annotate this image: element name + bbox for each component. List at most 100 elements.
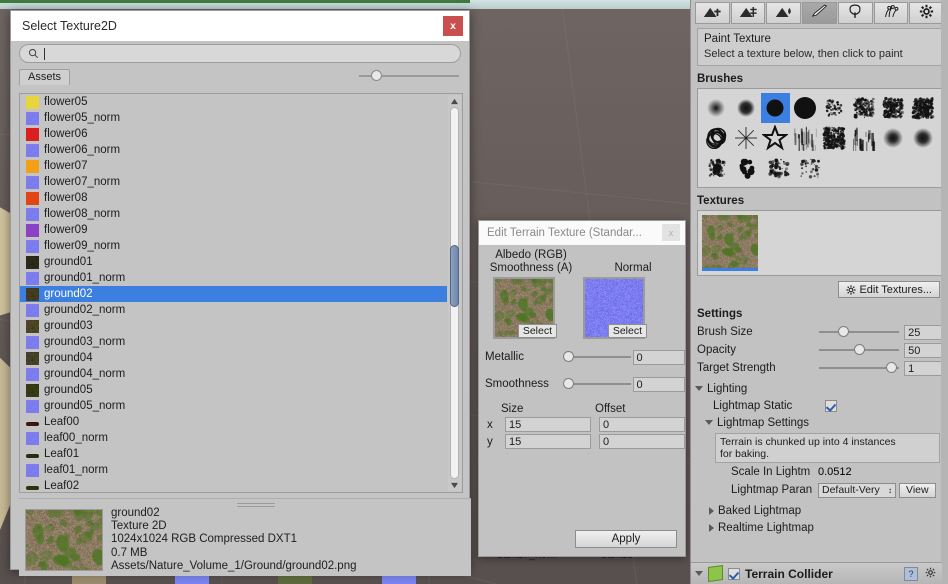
slider-knob[interactable]	[854, 344, 865, 355]
asset-row[interactable]: flower08	[20, 190, 447, 206]
brush-item[interactable]	[761, 123, 790, 153]
normal-texture-slot[interactable]: Select	[583, 277, 645, 339]
slider-knob[interactable]	[838, 326, 849, 337]
brush-item[interactable]	[702, 93, 731, 123]
asset-row[interactable]: ground03_norm	[20, 334, 447, 350]
normal-select-button[interactable]: Select	[608, 324, 647, 338]
brush-item[interactable]	[702, 153, 732, 183]
brush-grid[interactable]	[697, 88, 942, 188]
brush-item[interactable]	[764, 153, 794, 183]
asset-row[interactable]: ground03	[20, 318, 447, 334]
scroll-down-icon[interactable]	[448, 479, 461, 491]
baked-lightmap-foldout[interactable]: Baked Lightmap	[691, 502, 948, 519]
scroll-up-icon[interactable]	[448, 95, 461, 107]
terrain-tool-paint-details[interactable]	[874, 2, 909, 24]
texture-palette-item[interactable]	[702, 215, 758, 271]
slider-knob[interactable]	[563, 378, 574, 389]
asset-row[interactable]: flower09	[20, 222, 447, 238]
lightmap-static-checkbox[interactable]	[825, 400, 837, 412]
terrain-tool-paint-height[interactable]	[731, 2, 766, 24]
asset-row[interactable]: flower05	[20, 94, 447, 110]
help-icon[interactable]: ?	[904, 567, 918, 581]
smoothness-value-field[interactable]: 0	[633, 377, 685, 392]
slider-knob[interactable]	[886, 362, 897, 373]
terrain-tool-raise-lower-terrain[interactable]	[695, 2, 730, 24]
scale-in-lightmap-field[interactable]: 0.0512	[818, 466, 936, 478]
setting-slider[interactable]	[819, 343, 899, 357]
asset-row[interactable]: ground01_norm	[20, 270, 447, 286]
terrain-tool-terrain-settings[interactable]	[909, 2, 944, 24]
brush-item[interactable]	[909, 93, 938, 123]
slider-knob[interactable]	[371, 70, 382, 81]
albedo-texture-slot[interactable]: Select	[493, 277, 555, 339]
size-x-field[interactable]: 15	[505, 417, 591, 432]
asset-row[interactable]: Leaf01	[20, 446, 447, 462]
asset-row[interactable]: flower06_norm	[20, 142, 447, 158]
brush-item[interactable]	[732, 93, 761, 123]
asset-row[interactable]: ground02_norm	[20, 302, 447, 318]
gear-icon[interactable]	[925, 567, 936, 581]
search-input[interactable]	[50, 48, 452, 60]
search-field[interactable]	[19, 44, 461, 63]
metallic-slider[interactable]	[563, 350, 629, 364]
realtime-lightmap-foldout[interactable]: Realtime Lightmap	[691, 519, 948, 536]
lightmap-parameters-dropdown[interactable]: Default-Very ↕	[818, 483, 896, 498]
offset-y-field[interactable]: 0	[599, 434, 685, 449]
brush-item[interactable]	[820, 123, 849, 153]
terrain-tool-paint-texture[interactable]	[802, 2, 837, 24]
asset-row[interactable]: ground05_norm	[20, 398, 447, 414]
lighting-foldout[interactable]: Lighting	[691, 380, 948, 397]
asset-row-selected[interactable]: ground02	[20, 286, 447, 302]
view-button[interactable]: View	[899, 483, 936, 498]
brush-item[interactable]	[732, 123, 761, 153]
brush-item[interactable]	[850, 93, 879, 123]
asset-row[interactable]: flower07	[20, 158, 447, 174]
lightmap-settings-foldout[interactable]: Lightmap Settings	[691, 414, 948, 431]
edit-textures-button[interactable]: Edit Textures...	[838, 281, 940, 298]
brush-item[interactable]	[820, 93, 849, 123]
asset-list[interactable]: flower05flower05_normflower06flower06_no…	[19, 93, 463, 493]
asset-row[interactable]: leaf01_norm	[20, 462, 447, 478]
asset-row[interactable]: Leaf02	[20, 478, 447, 493]
setting-slider[interactable]	[819, 325, 899, 339]
asset-row[interactable]: flower08_norm	[20, 206, 447, 222]
component-enabled-checkbox[interactable]	[728, 568, 740, 580]
scrollbar-thumb[interactable]	[450, 245, 459, 307]
asset-row[interactable]: ground01	[20, 254, 447, 270]
asset-row[interactable]: leaf00_norm	[20, 430, 447, 446]
metallic-value-field[interactable]: 0	[633, 350, 685, 365]
brush-item-selected[interactable]	[761, 93, 790, 123]
brush-item[interactable]	[733, 153, 763, 183]
asset-row[interactable]: ground05	[20, 382, 447, 398]
terrain-tool-smooth-height[interactable]	[766, 2, 801, 24]
asset-row[interactable]: Leaf00	[20, 414, 447, 430]
close-icon[interactable]: x	[443, 16, 463, 36]
brush-item[interactable]	[909, 123, 938, 153]
asset-row[interactable]: ground04	[20, 350, 447, 366]
close-icon[interactable]: x	[662, 224, 680, 241]
inspector-scrollbar[interactable]	[941, 0, 948, 584]
resize-grip[interactable]	[237, 501, 275, 506]
smoothness-slider[interactable]	[563, 377, 629, 391]
asset-list-scrollbar[interactable]	[448, 95, 461, 491]
brush-item[interactable]	[702, 123, 731, 153]
albedo-select-button[interactable]: Select	[518, 324, 557, 338]
size-y-field[interactable]: 15	[505, 434, 591, 449]
setting-slider[interactable]	[819, 361, 899, 375]
offset-x-field[interactable]: 0	[599, 417, 685, 432]
asset-row[interactable]: flower05_norm	[20, 110, 447, 126]
thumbnail-size-slider[interactable]	[359, 70, 459, 82]
terrain-collider-component-header[interactable]: Terrain Collider ?	[691, 562, 942, 584]
slider-knob[interactable]	[563, 351, 574, 362]
window-titlebar[interactable]: Select Texture2D x	[11, 11, 469, 41]
brush-item[interactable]	[879, 93, 908, 123]
asset-row[interactable]: flower09_norm	[20, 238, 447, 254]
brush-item[interactable]	[795, 153, 825, 183]
brush-item[interactable]	[879, 123, 908, 153]
texture-palette[interactable]	[697, 210, 942, 276]
edit-window-titlebar[interactable]: Edit Terrain Texture (Standar... x	[479, 221, 685, 245]
brush-item[interactable]	[791, 93, 820, 123]
terrain-tool-place-trees[interactable]	[838, 2, 873, 24]
brush-item[interactable]	[791, 123, 820, 153]
tab-assets[interactable]: Assets	[19, 69, 70, 85]
